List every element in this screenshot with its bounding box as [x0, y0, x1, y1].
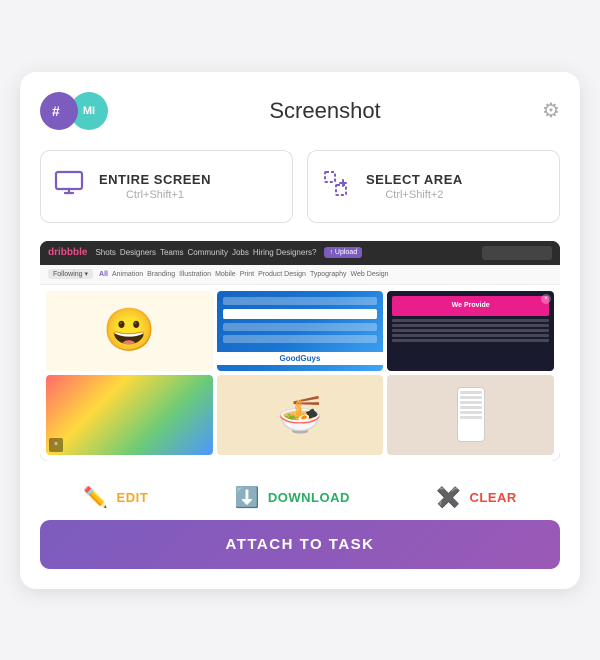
nav-shots: Shots: [95, 248, 115, 257]
filter-mobile: Mobile: [215, 271, 236, 278]
preview-area: dribbble Shots Designers Teams Community…: [40, 241, 560, 461]
filter-tags: All Animation Branding Illustration Mobi…: [99, 271, 389, 278]
nav-community: Community: [188, 248, 228, 257]
capture-options: ENTIRE SCREEN Ctrl+Shift+1 SELECT AREA C…: [40, 150, 560, 223]
svg-text:#: #: [52, 103, 60, 119]
nav-jobs: Jobs: [232, 248, 249, 257]
blue-goodguys-label: GoodGuys: [217, 352, 384, 365]
grid-cell-colorful: ×: [46, 375, 213, 455]
grid-cell-blue: GoodGuys: [217, 291, 384, 371]
grid-cell-smiley: 😀: [46, 291, 213, 371]
upload-btn: ↑ Upload: [324, 247, 362, 258]
monitor-icon: [53, 167, 85, 206]
select-area-text: SELECT AREA Ctrl+Shift+2: [366, 172, 463, 201]
entire-screen-text: ENTIRE SCREEN Ctrl+Shift+1: [99, 172, 211, 201]
page-title: Screenshot: [269, 98, 380, 124]
edit-button[interactable]: ✏️ EDIT: [83, 485, 148, 510]
entire-screen-button[interactable]: ENTIRE SCREEN Ctrl+Shift+1: [40, 150, 293, 223]
filter-web: Web Design: [351, 271, 389, 278]
edit-icon: ✏️: [83, 485, 108, 510]
filter-bar: Following ▾ All Animation Branding Illus…: [40, 265, 560, 285]
download-button[interactable]: ⬇️ DOWNLOAD: [234, 485, 349, 510]
gear-icon[interactable]: ⚙: [542, 98, 560, 123]
edit-label: EDIT: [117, 490, 149, 505]
filter-branding: Branding: [147, 271, 175, 278]
nav-teams: Teams: [160, 248, 184, 257]
entire-screen-shortcut: Ctrl+Shift+1: [99, 189, 211, 201]
browser-search: [482, 246, 552, 260]
close-x-icon: ×: [541, 294, 551, 304]
colorful-overlay: ×: [49, 438, 63, 452]
nav-hiring: Hiring Designers?: [253, 248, 317, 257]
avatar-h: #: [40, 92, 78, 130]
filter-illustration: Illustration: [179, 271, 211, 278]
action-buttons: ✏️ EDIT ⬇️ DOWNLOAD ✖️ CLEAR: [40, 475, 560, 516]
grid-cell-food: 🍜: [217, 375, 384, 455]
main-card: # MI Screenshot ⚙ ENTIRE SCREEN Ctrl+Shi…: [20, 72, 580, 589]
avatars: # MI: [40, 92, 108, 130]
grid-cell-mobile: [387, 375, 554, 455]
filter-typography: Typography: [310, 271, 347, 278]
grid-cell-dark: We Provide ×: [387, 291, 554, 371]
filter-animation: Animation: [112, 271, 143, 278]
select-area-shortcut: Ctrl+Shift+2: [366, 189, 463, 201]
download-label: DOWNLOAD: [268, 490, 350, 505]
browser-logo: dribbble: [48, 247, 87, 258]
browser-nav: Shots Designers Teams Community Jobs Hir…: [95, 248, 316, 257]
filter-print: Print: [240, 271, 254, 278]
select-area-button[interactable]: SELECT AREA Ctrl+Shift+2: [307, 150, 560, 223]
clear-label: CLEAR: [470, 490, 517, 505]
select-area-icon: [320, 167, 352, 206]
browser-bar: dribbble Shots Designers Teams Community…: [40, 241, 560, 265]
entire-screen-label: ENTIRE SCREEN: [99, 172, 211, 187]
filter-product: Product Design: [258, 271, 306, 278]
filter-all: All: [99, 271, 108, 278]
header: # MI Screenshot ⚙: [40, 92, 560, 130]
dark-pink-bar: We Provide: [392, 296, 549, 316]
select-area-label: SELECT AREA: [366, 172, 463, 187]
image-grid: 😀 GoodGuys We Provide: [40, 285, 560, 461]
attach-to-task-button[interactable]: ATTACH TO TASK: [40, 520, 560, 569]
download-icon: ⬇️: [234, 485, 259, 510]
mobile-mockup: [457, 387, 485, 442]
following-filter: Following ▾: [48, 269, 93, 279]
clear-icon: ✖️: [436, 485, 461, 510]
clear-button[interactable]: ✖️ CLEAR: [436, 485, 517, 510]
nav-designers: Designers: [120, 248, 156, 257]
